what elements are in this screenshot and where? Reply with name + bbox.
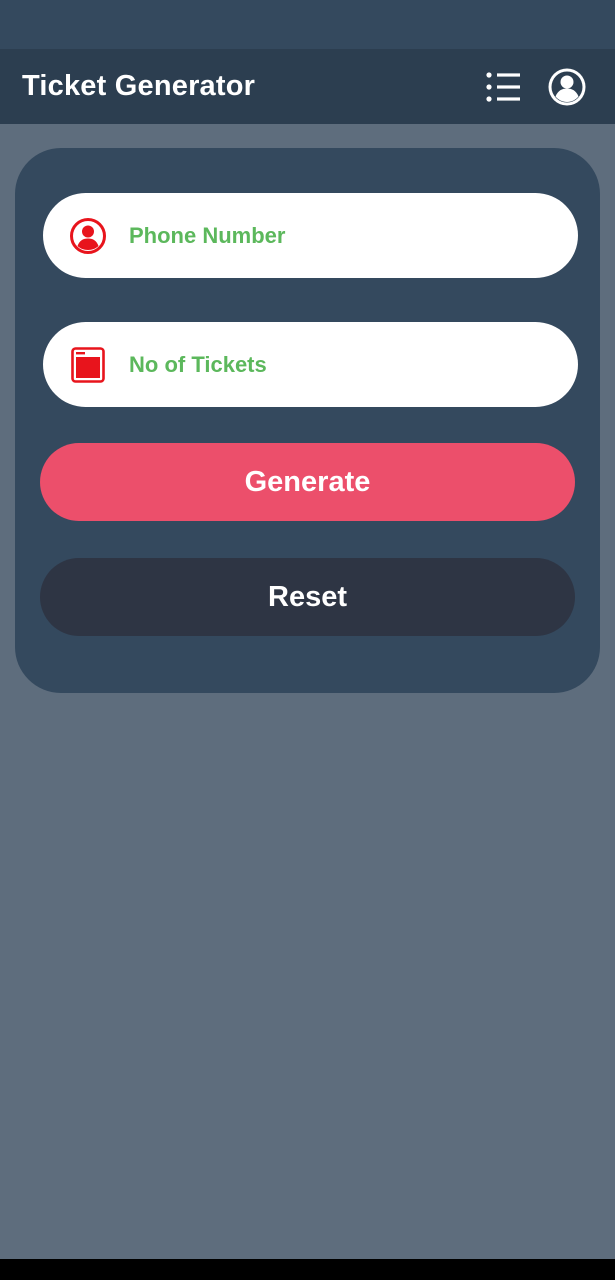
ticket-count-input[interactable] — [129, 322, 549, 407]
list-menu-icon[interactable] — [484, 70, 522, 104]
generate-button[interactable]: Generate — [40, 443, 575, 521]
status-bar — [0, 0, 615, 49]
reset-button[interactable]: Reset — [40, 558, 575, 636]
phone-number-input[interactable] — [129, 193, 549, 278]
ticket-icon — [69, 346, 107, 384]
app-bar: Ticket Generator — [0, 49, 615, 124]
system-navigation-bar — [0, 1259, 615, 1280]
ticket-count-field — [43, 322, 578, 407]
phone-number-field — [43, 193, 578, 278]
app-title: Ticket Generator — [22, 70, 256, 102]
ticket-form-card: Generate Reset — [15, 148, 600, 693]
account-circle-icon[interactable] — [546, 66, 588, 108]
person-icon — [69, 217, 107, 255]
